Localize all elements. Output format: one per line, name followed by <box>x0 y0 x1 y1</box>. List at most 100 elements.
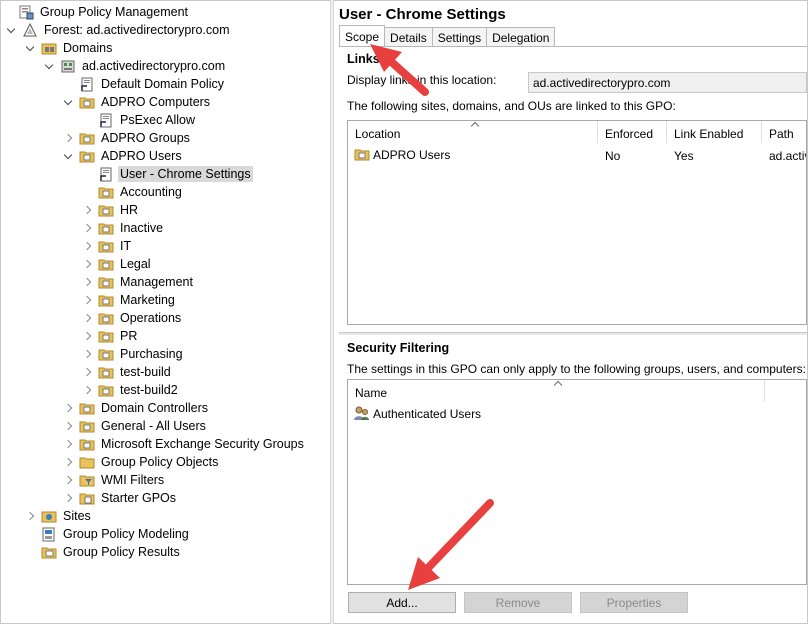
chevron-right-icon[interactable] <box>64 421 74 431</box>
chevron-right-icon[interactable] <box>83 295 93 305</box>
ou-folder-icon <box>79 95 95 110</box>
location-dropdown[interactable]: ad.activedirectorypro.com <box>528 72 807 93</box>
tree-node-domain-controllers[interactable]: Domain Controllers <box>64 399 210 417</box>
chevron-right-icon[interactable] <box>64 403 74 413</box>
tree-node-general-all-users[interactable]: General - All Users <box>64 417 208 435</box>
tree-label: Group Policy Objects <box>101 455 219 469</box>
chevron-right-icon[interactable] <box>64 439 74 449</box>
tree-label: test-build <box>120 365 171 379</box>
tree-node-ou[interactable]: Inactive <box>83 219 165 237</box>
ou-folder-icon <box>79 437 95 452</box>
tab-settings[interactable]: Settings <box>431 27 488 46</box>
ou-folder-icon <box>98 221 114 236</box>
column-header-name[interactable]: Name <box>348 380 765 402</box>
tree-node-adpro-users[interactable]: ADPRO Users <box>64 147 184 165</box>
tree-node-default-domain-policy[interactable]: Default Domain Policy <box>64 75 226 93</box>
column-header-enforced[interactable]: Enforced <box>598 121 667 143</box>
tree-node-ou[interactable]: Management <box>83 273 195 291</box>
tree-node-root[interactable]: Group Policy Management <box>3 3 190 21</box>
chevron-right-icon[interactable] <box>83 241 93 251</box>
tree-node-ou[interactable]: Purchasing <box>83 345 185 363</box>
chevron-right-icon[interactable] <box>64 457 74 467</box>
security-filtering-list[interactable]: Name Authenticated Users <box>347 379 807 585</box>
column-header-location[interactable]: Location <box>348 121 598 143</box>
modeling-icon <box>41 527 57 542</box>
tree-node-psexec-allow[interactable]: PsExec Allow <box>83 111 197 129</box>
chevron-right-icon[interactable] <box>64 493 74 503</box>
section-divider[interactable] <box>339 332 807 335</box>
chevron-down-icon[interactable] <box>64 97 74 107</box>
tree-node-adpro-computers[interactable]: ADPRO Computers <box>64 93 212 111</box>
tree-node-wmi-filters[interactable]: WMI Filters <box>64 471 166 489</box>
ou-folder-icon <box>98 257 114 272</box>
chevron-down-icon[interactable] <box>64 151 74 161</box>
chevron-right-icon[interactable] <box>83 331 93 341</box>
tree-node-ou[interactable]: test-build2 <box>83 381 180 399</box>
column-header-path[interactable]: Path <box>762 121 806 143</box>
link-enabled: Yes <box>674 149 694 163</box>
add-button[interactable]: Add... <box>348 592 456 613</box>
tree-node-ou[interactable]: HR <box>83 201 140 219</box>
list-item[interactable]: Authenticated Users <box>354 406 481 421</box>
chevron-right-icon[interactable] <box>83 349 93 359</box>
tree-label: Starter GPOs <box>101 491 177 505</box>
tree-node-ou[interactable]: Marketing <box>83 291 177 309</box>
chevron-right-icon[interactable] <box>83 259 93 269</box>
pane-splitter[interactable] <box>330 0 334 624</box>
tree-node-results[interactable]: Group Policy Results <box>26 543 182 561</box>
tree-node-adpro-groups[interactable]: ADPRO Groups <box>64 129 192 147</box>
chevron-right-icon[interactable] <box>83 277 93 287</box>
tree-node-forest[interactable]: Forest: ad.activedirectorypro.com <box>7 21 232 39</box>
tree-node-domains[interactable]: Domains <box>26 39 114 57</box>
column-header-link-enabled[interactable]: Link Enabled <box>667 121 762 143</box>
ou-folder-icon <box>79 149 95 164</box>
remove-button[interactable]: Remove <box>464 592 572 613</box>
chevron-right-icon[interactable] <box>83 313 93 323</box>
gpo-link-icon <box>98 167 114 182</box>
tab-delegation[interactable]: Delegation <box>486 27 556 46</box>
chevron-down-icon[interactable] <box>7 25 17 35</box>
chevron-right-icon[interactable] <box>83 223 93 233</box>
ou-folder-icon <box>98 365 114 380</box>
chevron-right-icon[interactable] <box>26 511 36 521</box>
chevron-right-icon[interactable] <box>83 367 93 377</box>
link-path: ad.activ <box>769 149 807 163</box>
tree-node-group-policy-objects[interactable]: Group Policy Objects <box>64 453 220 471</box>
tree-label: Forest: ad.activedirectorypro.com <box>44 23 230 37</box>
chevron-right-icon[interactable] <box>83 385 93 395</box>
tree-node-ou[interactable]: Legal <box>83 255 153 273</box>
tree-node-ou[interactable]: PR <box>83 327 139 345</box>
links-list[interactable]: Location Enforced Link Enabled Path ADPR… <box>347 120 807 325</box>
tree-node-ou[interactable]: Accounting <box>83 183 184 201</box>
tree-label: Sites <box>63 509 91 523</box>
tree-node-ou[interactable]: IT <box>83 237 133 255</box>
tree-node-user-chrome-settings[interactable]: User - Chrome Settings <box>83 165 253 183</box>
ou-folder-icon <box>79 401 95 416</box>
chevron-right-icon[interactable] <box>64 475 74 485</box>
chevron-down-icon[interactable] <box>45 61 55 71</box>
tree-node-exchange-groups[interactable]: Microsoft Exchange Security Groups <box>64 435 306 453</box>
chevron-right-icon[interactable] <box>64 133 74 143</box>
security-principal: Authenticated Users <box>373 406 482 421</box>
link-enforced: No <box>605 149 621 163</box>
tree-node-ou[interactable]: test-build <box>83 363 173 381</box>
properties-button[interactable]: Properties <box>580 592 688 613</box>
tree-node-starter-gpos[interactable]: Starter GPOs <box>64 489 178 507</box>
tree-node-modeling[interactable]: Group Policy Modeling <box>26 525 191 543</box>
links-description: The following sites, domains, and OUs ar… <box>347 99 676 113</box>
tree-label: test-build2 <box>120 383 178 397</box>
tab-scope[interactable]: Scope <box>339 25 386 46</box>
tree-label: Microsoft Exchange Security Groups <box>101 437 304 451</box>
tree-node-ou[interactable]: Operations <box>83 309 183 327</box>
tab-details[interactable]: Details <box>384 27 433 46</box>
chevron-right-icon[interactable] <box>83 205 93 215</box>
tree-label: Group Policy Management <box>40 5 188 19</box>
table-row[interactable]: ADPRO Users <box>354 147 450 162</box>
tree-node-sites[interactable]: Sites <box>26 507 93 525</box>
tree-node-domain[interactable]: ad.activedirectorypro.com <box>45 57 227 75</box>
chevron-down-icon[interactable] <box>26 43 36 53</box>
console-tree[interactable]: Group Policy Management Forest: ad.activ… <box>1 1 330 623</box>
tree-label: ADPRO Groups <box>101 131 190 145</box>
tab-strip: Scope Details Settings Delegation <box>339 25 556 46</box>
tree-label: Accounting <box>120 185 182 199</box>
